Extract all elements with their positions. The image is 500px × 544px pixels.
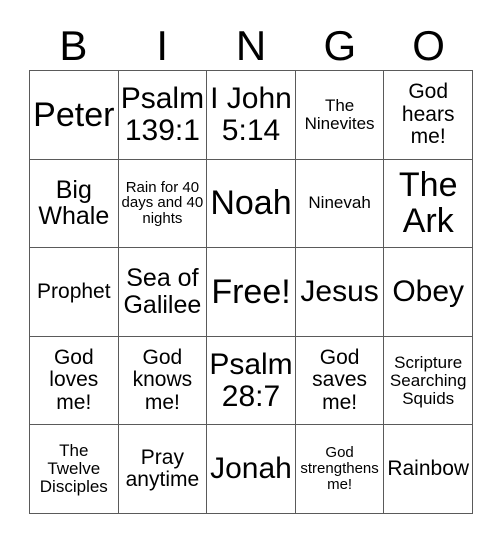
bingo-cell[interactable]: Rainbow xyxy=(384,425,473,514)
bingo-cell-label: Psalm 28:7 xyxy=(209,347,293,413)
bingo-cell-label: Prophet xyxy=(37,279,111,303)
bingo-header-letter-n: N xyxy=(235,22,267,69)
bingo-cell[interactable]: God knows me! xyxy=(118,336,208,426)
bingo-cell[interactable]: Obey xyxy=(384,248,473,337)
bingo-cell[interactable]: Rain for 40 days and 40 nights xyxy=(118,159,208,249)
bingo-header-letter-i: I xyxy=(156,22,169,69)
bingo-cell-label: Jonah xyxy=(210,452,292,486)
bingo-header: BINGO xyxy=(29,22,473,70)
bingo-cell-label: God saves me! xyxy=(312,346,368,414)
bingo-cell-label: Pray anytime xyxy=(125,445,200,492)
bingo-cell[interactable]: Scripture Searching Squids xyxy=(384,336,473,426)
bingo-cell[interactable]: God strengthens me! xyxy=(295,425,385,514)
bingo-cell[interactable]: God hears me! xyxy=(384,71,473,160)
bingo-cell[interactable]: Pray anytime xyxy=(118,425,208,514)
bingo-cell[interactable]: God saves me! xyxy=(295,336,385,426)
bingo-cell[interactable]: Peter xyxy=(30,71,119,160)
bingo-cell-label: Ninevah xyxy=(308,193,371,213)
bingo-cell-label: God loves me! xyxy=(49,346,99,414)
bingo-cell[interactable]: Jonah xyxy=(207,425,296,514)
bingo-cell[interactable]: The Ninevites xyxy=(295,71,385,160)
bingo-cell-label: Obey xyxy=(392,275,465,309)
bingo-header-letter-o: O xyxy=(412,22,445,69)
bingo-cell-label: Free! xyxy=(211,272,291,311)
bingo-cell-label: The Ark xyxy=(398,166,458,241)
bingo-cell-label: Rainbow xyxy=(387,457,470,481)
bingo-cell-label: I John 5:14 xyxy=(210,82,292,147)
bingo-cell[interactable]: God loves me! xyxy=(30,336,119,426)
bingo-header-letter-b: B xyxy=(59,22,88,69)
bingo-header-letter-g: G xyxy=(323,22,357,69)
bingo-cell-label: The Twelve Disciples xyxy=(39,441,108,497)
bingo-cell-label: Peter xyxy=(33,95,115,134)
bingo-free-space[interactable]: Free! xyxy=(207,248,296,337)
bingo-cell-label: Noah xyxy=(210,184,292,223)
bingo-cell[interactable]: The Ark xyxy=(384,159,473,249)
bingo-cell[interactable]: Sea of Galilee xyxy=(118,248,208,337)
bingo-cell[interactable]: Ninevah xyxy=(295,159,385,249)
bingo-card: B I N G O Peter Psalm 139:1 I John 5:14 The Nin… xyxy=(0,0,500,544)
bingo-cell-label: Sea of Galilee xyxy=(123,264,202,319)
bingo-cell[interactable]: Prophet xyxy=(30,248,119,337)
bingo-cell-label: God strengthens me! xyxy=(300,444,379,494)
bingo-cell-label: Scripture Searching Squids xyxy=(389,352,467,408)
bingo-cell[interactable]: Jesus xyxy=(295,248,385,337)
bingo-cell[interactable]: Psalm 139:1 xyxy=(118,71,208,160)
bingo-cell[interactable]: The Twelve Disciples xyxy=(30,425,119,514)
bingo-cell-label: The Ninevites xyxy=(304,95,375,133)
bingo-cell[interactable]: I John 5:14 xyxy=(207,71,296,160)
bingo-cell-label: Jesus xyxy=(300,275,379,309)
bingo-cell[interactable]: Psalm 28:7 xyxy=(207,336,296,426)
bingo-cell-label: Psalm 139:1 xyxy=(120,82,205,147)
bingo-cell-label: God knows me! xyxy=(132,346,193,414)
bingo-grid: Peter Psalm 139:1 I John 5:14 The Ninevites… xyxy=(29,70,473,514)
bingo-cell-label: Big Whale xyxy=(38,175,110,231)
bingo-cell[interactable]: Big Whale xyxy=(30,159,119,249)
bingo-cell[interactable]: Noah xyxy=(207,159,296,249)
bingo-cell-label: Rain for 40 days and 40 nights xyxy=(121,178,204,228)
bingo-cell-label: God hears me! xyxy=(401,80,455,148)
